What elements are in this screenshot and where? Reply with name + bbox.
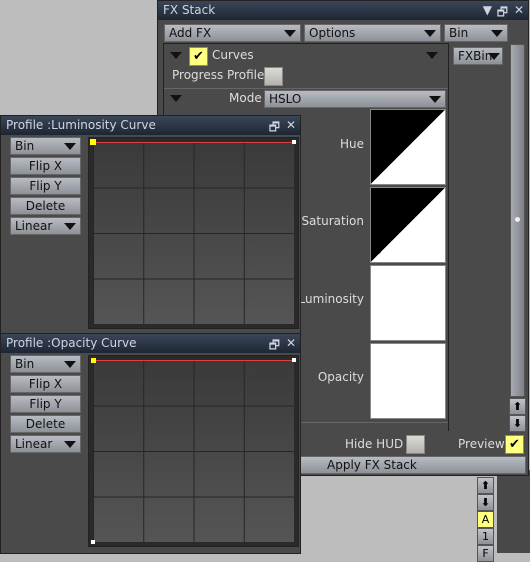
one-button[interactable]: 1: [477, 528, 494, 545]
saturation-label: Saturation: [301, 214, 364, 228]
flip-x-button[interactable]: Flip X: [10, 157, 81, 175]
chevron-down-icon: [64, 361, 76, 368]
restore-icon[interactable]: 🗗: [269, 118, 280, 139]
opacity-profile-window: Profile :Opacity Curve 🗗 ✕ Bin Flip X Fl…: [0, 333, 301, 554]
hue-label: Hue: [339, 137, 364, 151]
curve-point[interactable]: [91, 540, 95, 544]
curve-graph[interactable]: [88, 137, 299, 329]
fx-stack-title-bar[interactable]: FX Stack ▼ 🗗 ✕: [158, 1, 528, 20]
chevron-down-icon: [64, 223, 76, 230]
delete-button[interactable]: Delete: [10, 415, 81, 433]
move-down-button[interactable]: ⬇: [477, 494, 494, 511]
effect-menu-icon[interactable]: [426, 52, 438, 59]
scroll-down-button[interactable]: ⬇: [509, 415, 526, 432]
luminosity-label: Luminosity: [298, 292, 364, 306]
scroll-up-button[interactable]: ⬆: [509, 398, 526, 415]
curve-point[interactable]: [292, 358, 296, 362]
divider: [164, 88, 448, 89]
curve-point[interactable]: [91, 358, 96, 363]
window-title: FX Stack: [163, 3, 216, 17]
restore-icon[interactable]: 🗗: [497, 3, 508, 24]
luminosity-profile-window: Profile :Luminosity Curve 🗗 ✕ Bin Flip X…: [0, 115, 301, 334]
flip-y-button[interactable]: Flip Y: [10, 395, 81, 413]
restore-icon[interactable]: 🗗: [269, 336, 280, 357]
close-icon[interactable]: ✕: [514, 3, 524, 17]
profile-title-bar[interactable]: Profile :Luminosity Curve 🗗 ✕: [1, 116, 300, 135]
curve-grid: [93, 142, 294, 324]
curve-point[interactable]: [90, 139, 96, 145]
background-dark: [497, 470, 530, 553]
curves-enable-checkbox[interactable]: ✔: [189, 47, 208, 66]
expand-triangle-icon[interactable]: [170, 52, 182, 59]
interpolation-dropdown[interactable]: Linear: [10, 217, 81, 235]
close-icon[interactable]: ✕: [286, 336, 296, 350]
opacity-label: Opacity: [317, 370, 364, 384]
options-dropdown[interactable]: Options: [304, 24, 441, 42]
chevron-down-icon: [429, 96, 441, 103]
curve-point[interactable]: [292, 140, 296, 144]
saturation-curve-swatch[interactable]: [370, 187, 446, 263]
window-title: Profile :Luminosity Curve: [6, 118, 156, 132]
profile-title-bar[interactable]: Profile :Opacity Curve 🗗 ✕: [1, 334, 300, 353]
hide-hud-checkbox[interactable]: [406, 435, 425, 454]
flip-y-button[interactable]: Flip Y: [10, 177, 81, 195]
effect-name: Curves: [212, 48, 254, 62]
close-icon[interactable]: ✕: [286, 118, 296, 132]
luminosity-curve-swatch[interactable]: [370, 265, 446, 341]
bin-dropdown[interactable]: Bin: [10, 355, 81, 373]
chevron-down-icon: [64, 143, 76, 150]
bin-dropdown[interactable]: Bin: [10, 137, 81, 155]
flip-x-button[interactable]: Flip X: [10, 375, 81, 393]
progress-profile-label: Progress Profile: [172, 68, 265, 82]
hue-curve-swatch[interactable]: [370, 109, 446, 185]
chevron-down-icon: [64, 441, 76, 448]
mode-dropdown[interactable]: HSLO: [264, 90, 446, 108]
move-up-button[interactable]: ⬆: [477, 477, 494, 494]
mode-label: Mode: [229, 91, 262, 105]
curve-line: [93, 142, 294, 143]
bin-dropdown[interactable]: Bin: [444, 24, 508, 42]
fxbin-dropdown[interactable]: FXBin: [453, 47, 503, 65]
progress-profile-checkbox[interactable]: [264, 67, 283, 86]
interpolation-dropdown[interactable]: Linear: [10, 435, 81, 453]
chevron-down-icon: [284, 30, 296, 37]
a-button[interactable]: A: [477, 511, 494, 528]
menu-down-icon[interactable]: ▼: [483, 3, 492, 17]
preview-checkbox[interactable]: ✔: [505, 435, 524, 454]
curve-graph[interactable]: [88, 355, 299, 547]
curve-grid: [93, 360, 294, 542]
mode-expand-icon[interactable]: [170, 95, 182, 102]
hide-hud-label: Hide HUD: [345, 437, 404, 451]
scroll-handle[interactable]: [515, 217, 520, 222]
delete-button[interactable]: Delete: [10, 197, 81, 215]
window-title: Profile :Opacity Curve: [6, 336, 137, 350]
chevron-down-icon: [424, 30, 436, 37]
chevron-down-icon: [491, 30, 503, 37]
add-fx-dropdown[interactable]: Add FX: [164, 24, 301, 42]
f-button[interactable]: F: [477, 545, 494, 562]
curve-line: [93, 360, 294, 361]
preview-label: Preview: [458, 437, 505, 451]
chevron-down-icon: [488, 53, 500, 60]
opacity-curve-swatch[interactable]: [370, 343, 446, 419]
